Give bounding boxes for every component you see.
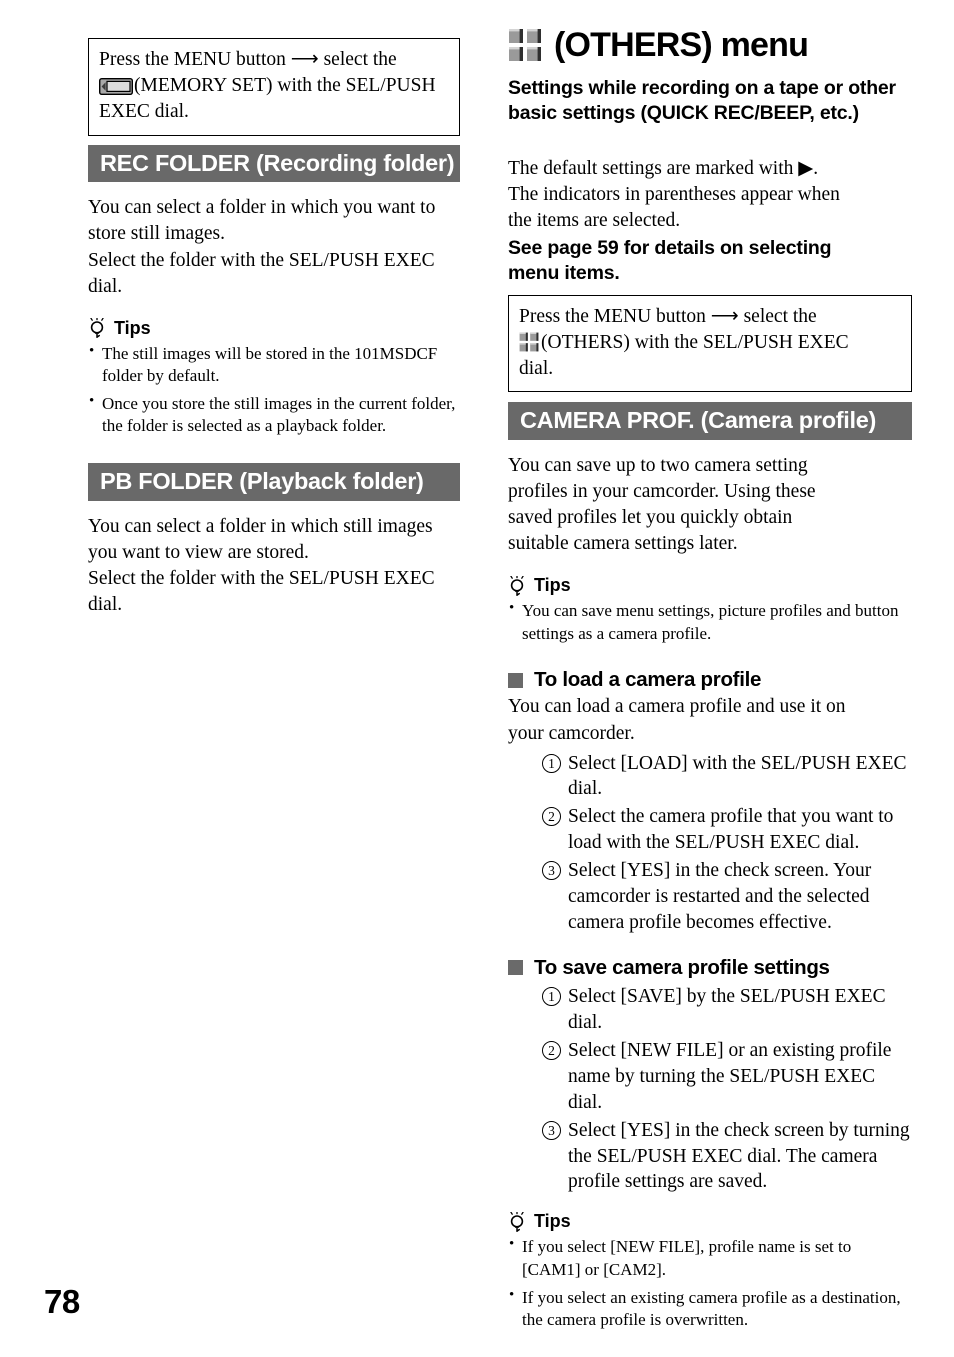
tips-heading-camera-prof: Tips [508, 575, 912, 596]
subsection-title: To save camera profile settings [534, 955, 830, 979]
subsection-title: To load a camera profile [534, 668, 762, 692]
right-arrow-icon: ⟶ [290, 49, 319, 70]
menu-path-text-3: (MEMORY SET) with the SEL/PUSH [134, 74, 436, 96]
step-number: 2 [542, 807, 561, 827]
menu-path-text-2: select the [323, 49, 397, 70]
page-title: (OTHERS) menu [508, 28, 912, 62]
lightbulb-icon [88, 318, 106, 339]
step-text: Select [YES] in the check screen by turn… [568, 1119, 910, 1193]
manual-page: Press the MENU button ⟶ select the (MEMO… [0, 0, 954, 1357]
menu-path-text-2: select the [743, 305, 817, 327]
step-text: Select [LOAD] with the SEL/PUSH EXEC dia… [568, 752, 907, 800]
memory-set-icon [98, 77, 133, 95]
step-number: 2 [542, 1040, 561, 1060]
step-text: Select [NEW FILE] or an existing profile… [568, 1039, 892, 1113]
step-text: Select [YES] in the check screen. Your c… [568, 860, 872, 934]
section-header-rec-folder: REC FOLDER (Recording folder) [88, 144, 460, 183]
menu-path-text-4: EXEC dial. [99, 100, 189, 122]
step-number: 1 [542, 753, 561, 773]
others-menu-path-box: Press the MENU button ⟶ select the (OTHE… [508, 294, 912, 393]
load-profile-intro: You can load a camera profile and use it… [508, 696, 846, 744]
pb-folder-body: You can select a folder in which still i… [88, 515, 435, 615]
page-number: 78 [44, 1283, 80, 1320]
step-number: 1 [542, 986, 561, 1006]
subsection-heading-save-profile: To save camera profile settings [508, 956, 912, 980]
list-item: If you select [NEW FILE], profile name i… [508, 1235, 912, 1281]
tips-list-camera-prof: You can save menu settings, picture prof… [508, 599, 912, 645]
square-marker-icon [508, 960, 523, 976]
lightbulb-icon [508, 1211, 526, 1232]
list-item: 2 Select [NEW FILE] or an existing profi… [542, 1038, 912, 1116]
list-item: 2 Select the camera profile that you wan… [542, 804, 912, 856]
others-grid-icon [519, 332, 539, 352]
section-header-camera-prof: CAMERA PROF. (Camera profile) [508, 402, 912, 441]
page-title-text: (OTHERS) menu [554, 26, 809, 64]
camera-prof-body: You can save up to two camera setting pro… [508, 455, 816, 555]
tips-heading-rec-folder: Tips [88, 318, 460, 339]
tips-label: Tips [114, 317, 151, 338]
list-item: 3 Select [YES] in the check screen. Your… [542, 858, 912, 936]
steps-load-profile: 1 Select [LOAD] with the SEL/PUSH EXEC d… [508, 751, 912, 936]
rec-folder-body: You can select a folder in which you wan… [88, 197, 436, 297]
tips-list-rec-folder: The still images will be stored in the 1… [88, 342, 460, 438]
others-grid-icon [508, 28, 542, 62]
menu-path-text-1: Press the MENU button [519, 305, 706, 327]
step-number: 3 [542, 861, 561, 881]
menu-path-text-4: dial. [519, 357, 554, 379]
page-subtitle: Settings while recording on a tape or ot… [508, 77, 896, 124]
section-header-pb-folder: PB FOLDER (Playback folder) [88, 463, 460, 501]
tips-heading-save-profile: Tips [508, 1211, 912, 1232]
menu-path-text-3: (OTHERS) with the SEL/PUSH EXEC [541, 331, 849, 353]
subsection-heading-load-profile: To load a camera profile [508, 668, 912, 692]
list-item: You can save menu settings, picture prof… [508, 599, 912, 645]
step-text: Select the camera profile that you want … [568, 806, 894, 854]
memory-set-menu-path-box: Press the MENU button ⟶ select the (MEMO… [88, 38, 460, 136]
square-marker-icon [508, 672, 523, 688]
left-column: Press the MENU button ⟶ select the (MEMO… [88, 38, 460, 618]
list-item: 3 Select [YES] in the check screen by tu… [542, 1118, 912, 1196]
list-item: 1 Select [SAVE] by the SEL/PUSH EXEC dia… [542, 984, 912, 1036]
list-item: If you select an existing camera profile… [508, 1286, 912, 1332]
list-item: The still images will be stored in the 1… [88, 342, 460, 388]
lightbulb-icon [508, 575, 526, 596]
right-column: (OTHERS) menu Settings while recording o… [508, 28, 912, 1337]
tips-label: Tips [534, 575, 571, 596]
menu-path-text-1: Press the MENU button [99, 49, 286, 70]
step-text: Select [SAVE] by the SEL/PUSH EXEC dial. [568, 985, 886, 1033]
steps-save-profile: 1 Select [SAVE] by the SEL/PUSH EXEC dia… [508, 984, 912, 1195]
list-item: Once you store the still images in the c… [88, 392, 460, 438]
step-number: 3 [542, 1120, 561, 1140]
tips-list-save-profile: If you select [NEW FILE], profile name i… [508, 1235, 912, 1332]
list-item: 1 Select [LOAD] with the SEL/PUSH EXEC d… [542, 751, 912, 803]
defaults-note: The default settings are marked with ▶. T… [508, 157, 840, 231]
right-arrow-icon: ⟶ [710, 305, 739, 327]
see-page-note: See page 59 for details on selecting menu… [508, 237, 832, 285]
tips-label: Tips [534, 1211, 571, 1232]
